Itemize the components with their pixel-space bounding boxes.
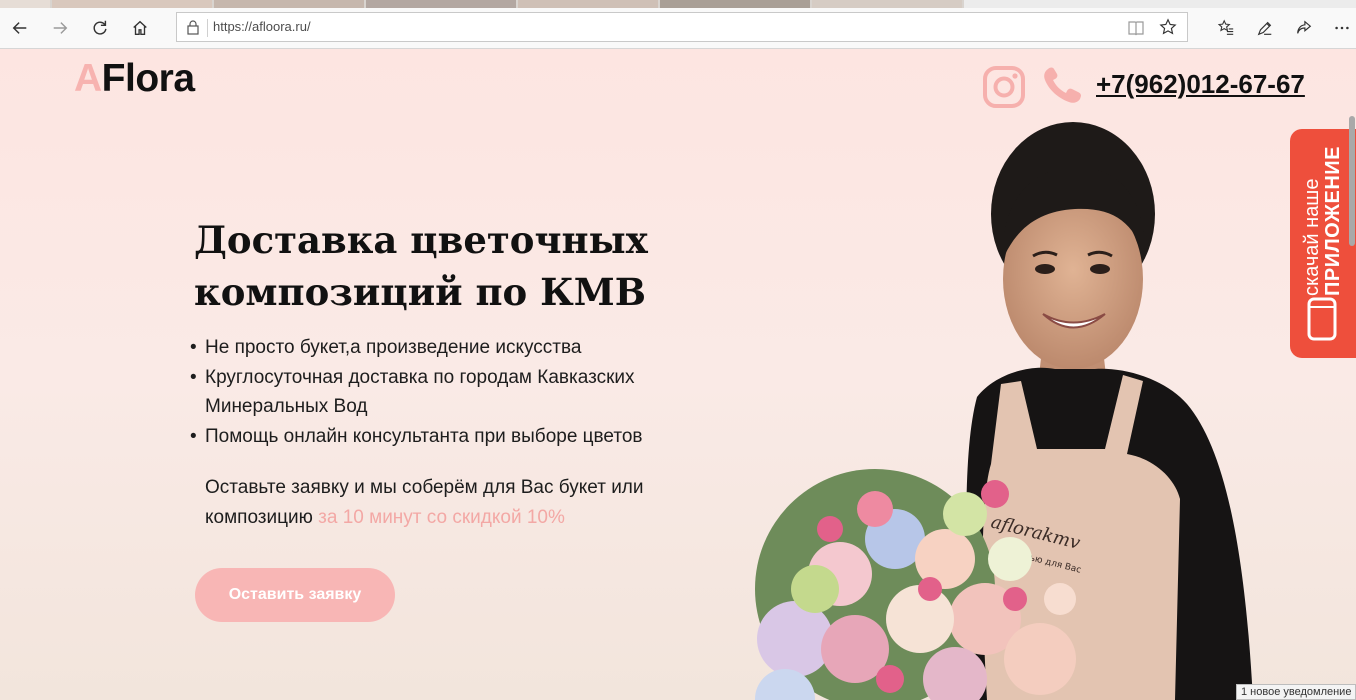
home-icon[interactable] (124, 12, 156, 44)
browser-tab-strip (0, 0, 1356, 8)
page-scrollbar[interactable] (1349, 116, 1355, 246)
offer-highlight: за 10 минут со скидкой 10% (318, 507, 565, 528)
app-banner-line1: скачай наше (1301, 178, 1323, 296)
download-app-banner[interactable]: скачай наше ПРИЛОЖЕНИЕ (1290, 129, 1356, 358)
bullet-item: Круглосуточная доставка по городам Кавка… (187, 363, 707, 422)
hero-title: Доставка цветочных композиций по КМВ (194, 218, 648, 314)
offer-text: Оставьте заявку и мы соберём для Вас бук… (205, 473, 675, 533)
favorites-list-icon[interactable] (1210, 12, 1242, 44)
hero-bullets: Не просто букет,а произведение искусства… (187, 333, 707, 451)
back-icon[interactable] (4, 12, 36, 44)
logo-text: Flora (101, 57, 195, 100)
pen-icon[interactable] (1249, 12, 1281, 44)
browser-toolbar: https://afloora.ru/ (0, 8, 1356, 49)
app-banner-line2: ПРИЛОЖЕНИЕ (1322, 146, 1344, 296)
address-separator (207, 19, 208, 37)
instagram-icon[interactable] (982, 65, 1026, 109)
phone-icon (1044, 67, 1081, 103)
more-icon[interactable] (1326, 12, 1356, 44)
reading-view-icon[interactable] (1127, 19, 1145, 37)
smartphone-icon (1307, 297, 1337, 341)
web-page: AFlora +7(962)012-67-67 Доставка цветочн… (0, 49, 1356, 700)
share-icon[interactable] (1288, 12, 1320, 44)
lock-icon (187, 20, 199, 35)
submit-request-button[interactable]: Оставить заявку (195, 568, 395, 622)
app-banner-text: скачай наше ПРИЛОЖЕНИЕ (1301, 146, 1344, 296)
refresh-icon[interactable] (84, 12, 116, 44)
phone-number-link[interactable]: +7(962)012-67-67 (1096, 69, 1305, 100)
site-logo[interactable]: AFlora (74, 57, 195, 101)
florist-photo: aflorakmv с любовью для Вас (755, 122, 1253, 700)
address-url[interactable]: https://afloora.ru/ (213, 19, 311, 34)
address-bar[interactable]: https://afloora.ru/ (176, 12, 1188, 42)
bullet-item: Не просто букет,а произведение искусства (187, 333, 707, 363)
logo-accent: A (74, 57, 102, 100)
forward-icon[interactable] (44, 12, 76, 44)
favorite-star-icon[interactable] (1159, 18, 1177, 36)
notification-toast[interactable]: 1 новое уведомление (1236, 684, 1356, 700)
bullet-item: Помощь онлайн консультанта при выборе цв… (187, 422, 707, 452)
